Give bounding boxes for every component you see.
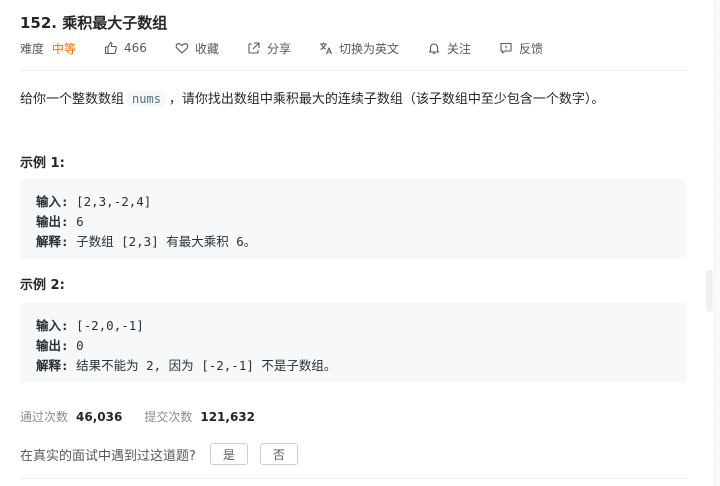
- example-2-input-label: 输入:: [36, 318, 69, 333]
- favorite-button[interactable]: 收藏: [175, 40, 219, 57]
- difficulty-label: 难度: [20, 41, 45, 56]
- yes-button[interactable]: 是: [209, 443, 248, 465]
- bottom-divider: [20, 478, 687, 479]
- example-1-explain-label: 解释:: [36, 234, 69, 249]
- submissions-label: 提交次数: [144, 410, 193, 424]
- thumbs-up-icon: [104, 41, 117, 55]
- heart-icon: [175, 43, 189, 54]
- submission-stats: 通过次数 46,036 提交次数 121,632: [20, 408, 277, 425]
- example-1-explanation: 解释: 子数组 [2,3] 有最大乘积 6。: [36, 231, 256, 250]
- example-2-input: 输入: [-2,0,-1]: [36, 315, 144, 334]
- example-1-output-label: 输出:: [36, 214, 69, 229]
- like-count: 466: [124, 41, 147, 55]
- favorite-label: 收藏: [194, 41, 219, 56]
- feedback-icon: [500, 42, 512, 54]
- example-1-output: 输出: 6: [36, 211, 84, 230]
- example-1-input-label: 输入:: [36, 194, 69, 209]
- example-2-input-value: [-2,0,-1]: [76, 318, 144, 333]
- example-1-input: 输入: [2,3,-2,4]: [36, 191, 151, 210]
- switch-language-label: 切换为英文: [338, 41, 399, 56]
- example-2-explanation: 解释: 结果不能为 2, 因为 [-2,-1] 不是子数组。: [36, 355, 336, 374]
- accepted-label: 通过次数: [20, 410, 69, 424]
- description-text-before: 给你一个整数数组: [20, 92, 125, 107]
- interview-question-text: 在真实的面试中遇到过这道题?: [20, 448, 196, 464]
- follow-button[interactable]: 关注: [427, 40, 471, 57]
- feedback-label: 反馈: [519, 41, 544, 56]
- switch-language-button[interactable]: 切换为英文: [319, 40, 399, 57]
- share-button[interactable]: 分享: [247, 40, 291, 57]
- example-1-explain-value: 子数组 [2,3] 有最大乘积 6。: [76, 234, 257, 249]
- problem-title: 152. 乘积最大子数组: [20, 14, 168, 32]
- scrollbar-thumb[interactable]: [706, 270, 713, 312]
- difficulty-badge: 中等: [52, 41, 77, 56]
- share-icon: [248, 42, 260, 54]
- example-1-output-value: 6: [76, 214, 84, 229]
- translate-icon: [319, 42, 332, 55]
- share-label: 分享: [266, 41, 291, 56]
- like-button[interactable]: 466: [104, 41, 147, 55]
- description-text-after: ，请你找出数组中乘积最大的连续子数组（该子数组中至少包含一个数字）。: [168, 92, 605, 107]
- bell-icon: [428, 43, 440, 54]
- accepted-count: 46,036: [76, 409, 123, 424]
- interview-question: 在真实的面试中遇到过这道题? 是 否: [20, 443, 298, 465]
- description-inline-code: nums: [127, 91, 166, 107]
- problem-description: 给你一个整数数组 nums ，请你找出数组中乘积最大的连续子数组（该子数组中至少包含…: [20, 88, 604, 107]
- example-1-title: 示例 1:: [20, 156, 65, 171]
- example-1-input-value: [2,3,-2,4]: [76, 194, 152, 209]
- submissions-count: 121,632: [200, 409, 255, 424]
- example-2-block: 输入: [-2,0,-1] 输出: 0 解释: 结果不能为 2, 因为 [-2,…: [20, 303, 687, 383]
- example-1-block: 输入: [2,3,-2,4] 输出: 6 解释: 子数组 [2,3] 有最大乘积…: [20, 179, 687, 259]
- header-divider: [20, 70, 687, 71]
- example-2-output: 输出: 0: [36, 335, 84, 354]
- example-2-output-label: 输出:: [36, 338, 69, 353]
- example-2-explain-label: 解释:: [36, 358, 69, 373]
- example-2-title: 示例 2:: [20, 278, 65, 293]
- example-2-output-value: 0: [76, 338, 84, 353]
- example-2-explain-value: 结果不能为 2, 因为 [-2,-1] 不是子数组。: [76, 358, 337, 373]
- problem-meta-bar: 难度 中等 466 收藏 分享 切换为英文 关注 反馈: [20, 39, 571, 57]
- feedback-button[interactable]: 反馈: [499, 40, 543, 57]
- no-button[interactable]: 否: [259, 443, 298, 465]
- panel-edge: [714, 0, 720, 486]
- follow-label: 关注: [446, 41, 471, 56]
